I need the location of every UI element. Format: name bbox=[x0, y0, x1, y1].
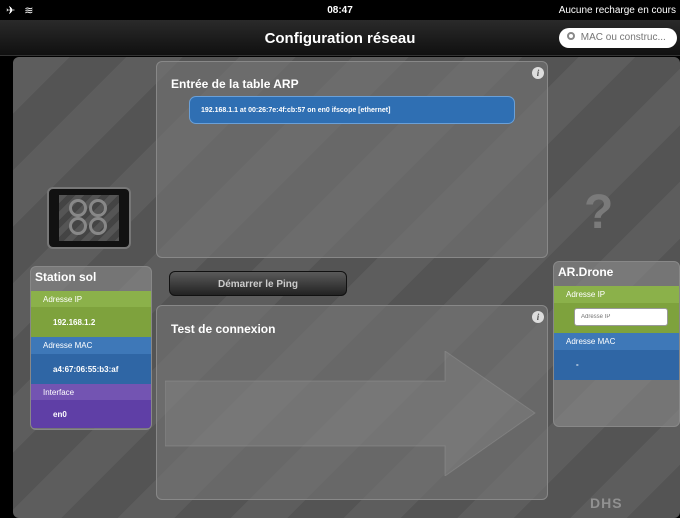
battery-status: Aucune recharge en cours bbox=[558, 5, 676, 16]
navigation-bar: Configuration réseau bbox=[0, 20, 680, 56]
arp-panel-title: Entrée de la table ARP bbox=[171, 77, 299, 91]
ardrone-logo-image bbox=[59, 195, 119, 241]
ardrone-ip-label: Adresse IP bbox=[554, 286, 679, 303]
search-icon bbox=[567, 32, 575, 40]
arp-panel: Entrée de la table ARP i 192.168.1.1 at … bbox=[156, 61, 548, 258]
arrow-icon bbox=[165, 351, 536, 476]
watermark-logo: DHS bbox=[590, 495, 623, 511]
main-area: Entrée de la table ARP i 192.168.1.1 at … bbox=[13, 57, 680, 518]
ipad-image bbox=[47, 187, 131, 249]
ardrone-title: AR.Drone bbox=[558, 265, 614, 279]
info-icon[interactable]: i bbox=[532, 67, 544, 79]
info-icon[interactable]: i bbox=[532, 311, 544, 323]
ardrone-mac-value: - bbox=[554, 350, 679, 380]
connection-test-title: Test de connexion bbox=[171, 322, 276, 336]
connection-test-panel: Test de connexion i bbox=[156, 305, 548, 500]
start-ping-button[interactable]: Démarrer le Ping bbox=[169, 271, 347, 296]
interface-value: en0 bbox=[31, 400, 151, 428]
ip-label: Adresse IP bbox=[31, 291, 151, 307]
ground-station-panel: Station sol Adresse IP 192.168.1.2 Adres… bbox=[30, 266, 152, 430]
search-box[interactable] bbox=[559, 28, 677, 48]
ardrone-ip-row bbox=[554, 303, 679, 333]
interface-label: Interface bbox=[31, 384, 151, 400]
status-bar: ✈ ≋ 08:47 Aucune recharge en cours bbox=[0, 0, 680, 20]
ground-station-title: Station sol bbox=[35, 270, 97, 284]
ardrone-ip-input[interactable] bbox=[574, 308, 668, 326]
mac-label: Adresse MAC bbox=[31, 337, 151, 354]
ip-value: 192.168.1.2 bbox=[31, 307, 151, 337]
ardrone-panel: AR.Drone Adresse IP Adresse MAC - bbox=[553, 261, 680, 427]
mac-value: a4:67:06:55:b3:af bbox=[31, 354, 151, 384]
ardrone-mac-label: Adresse MAC bbox=[554, 333, 679, 350]
arp-entry[interactable]: 192.168.1.1 at 00:26:7e:4f:cb:57 on en0 … bbox=[189, 96, 515, 124]
search-input[interactable] bbox=[580, 32, 671, 43]
unknown-drone-icon: ? bbox=[584, 186, 614, 239]
